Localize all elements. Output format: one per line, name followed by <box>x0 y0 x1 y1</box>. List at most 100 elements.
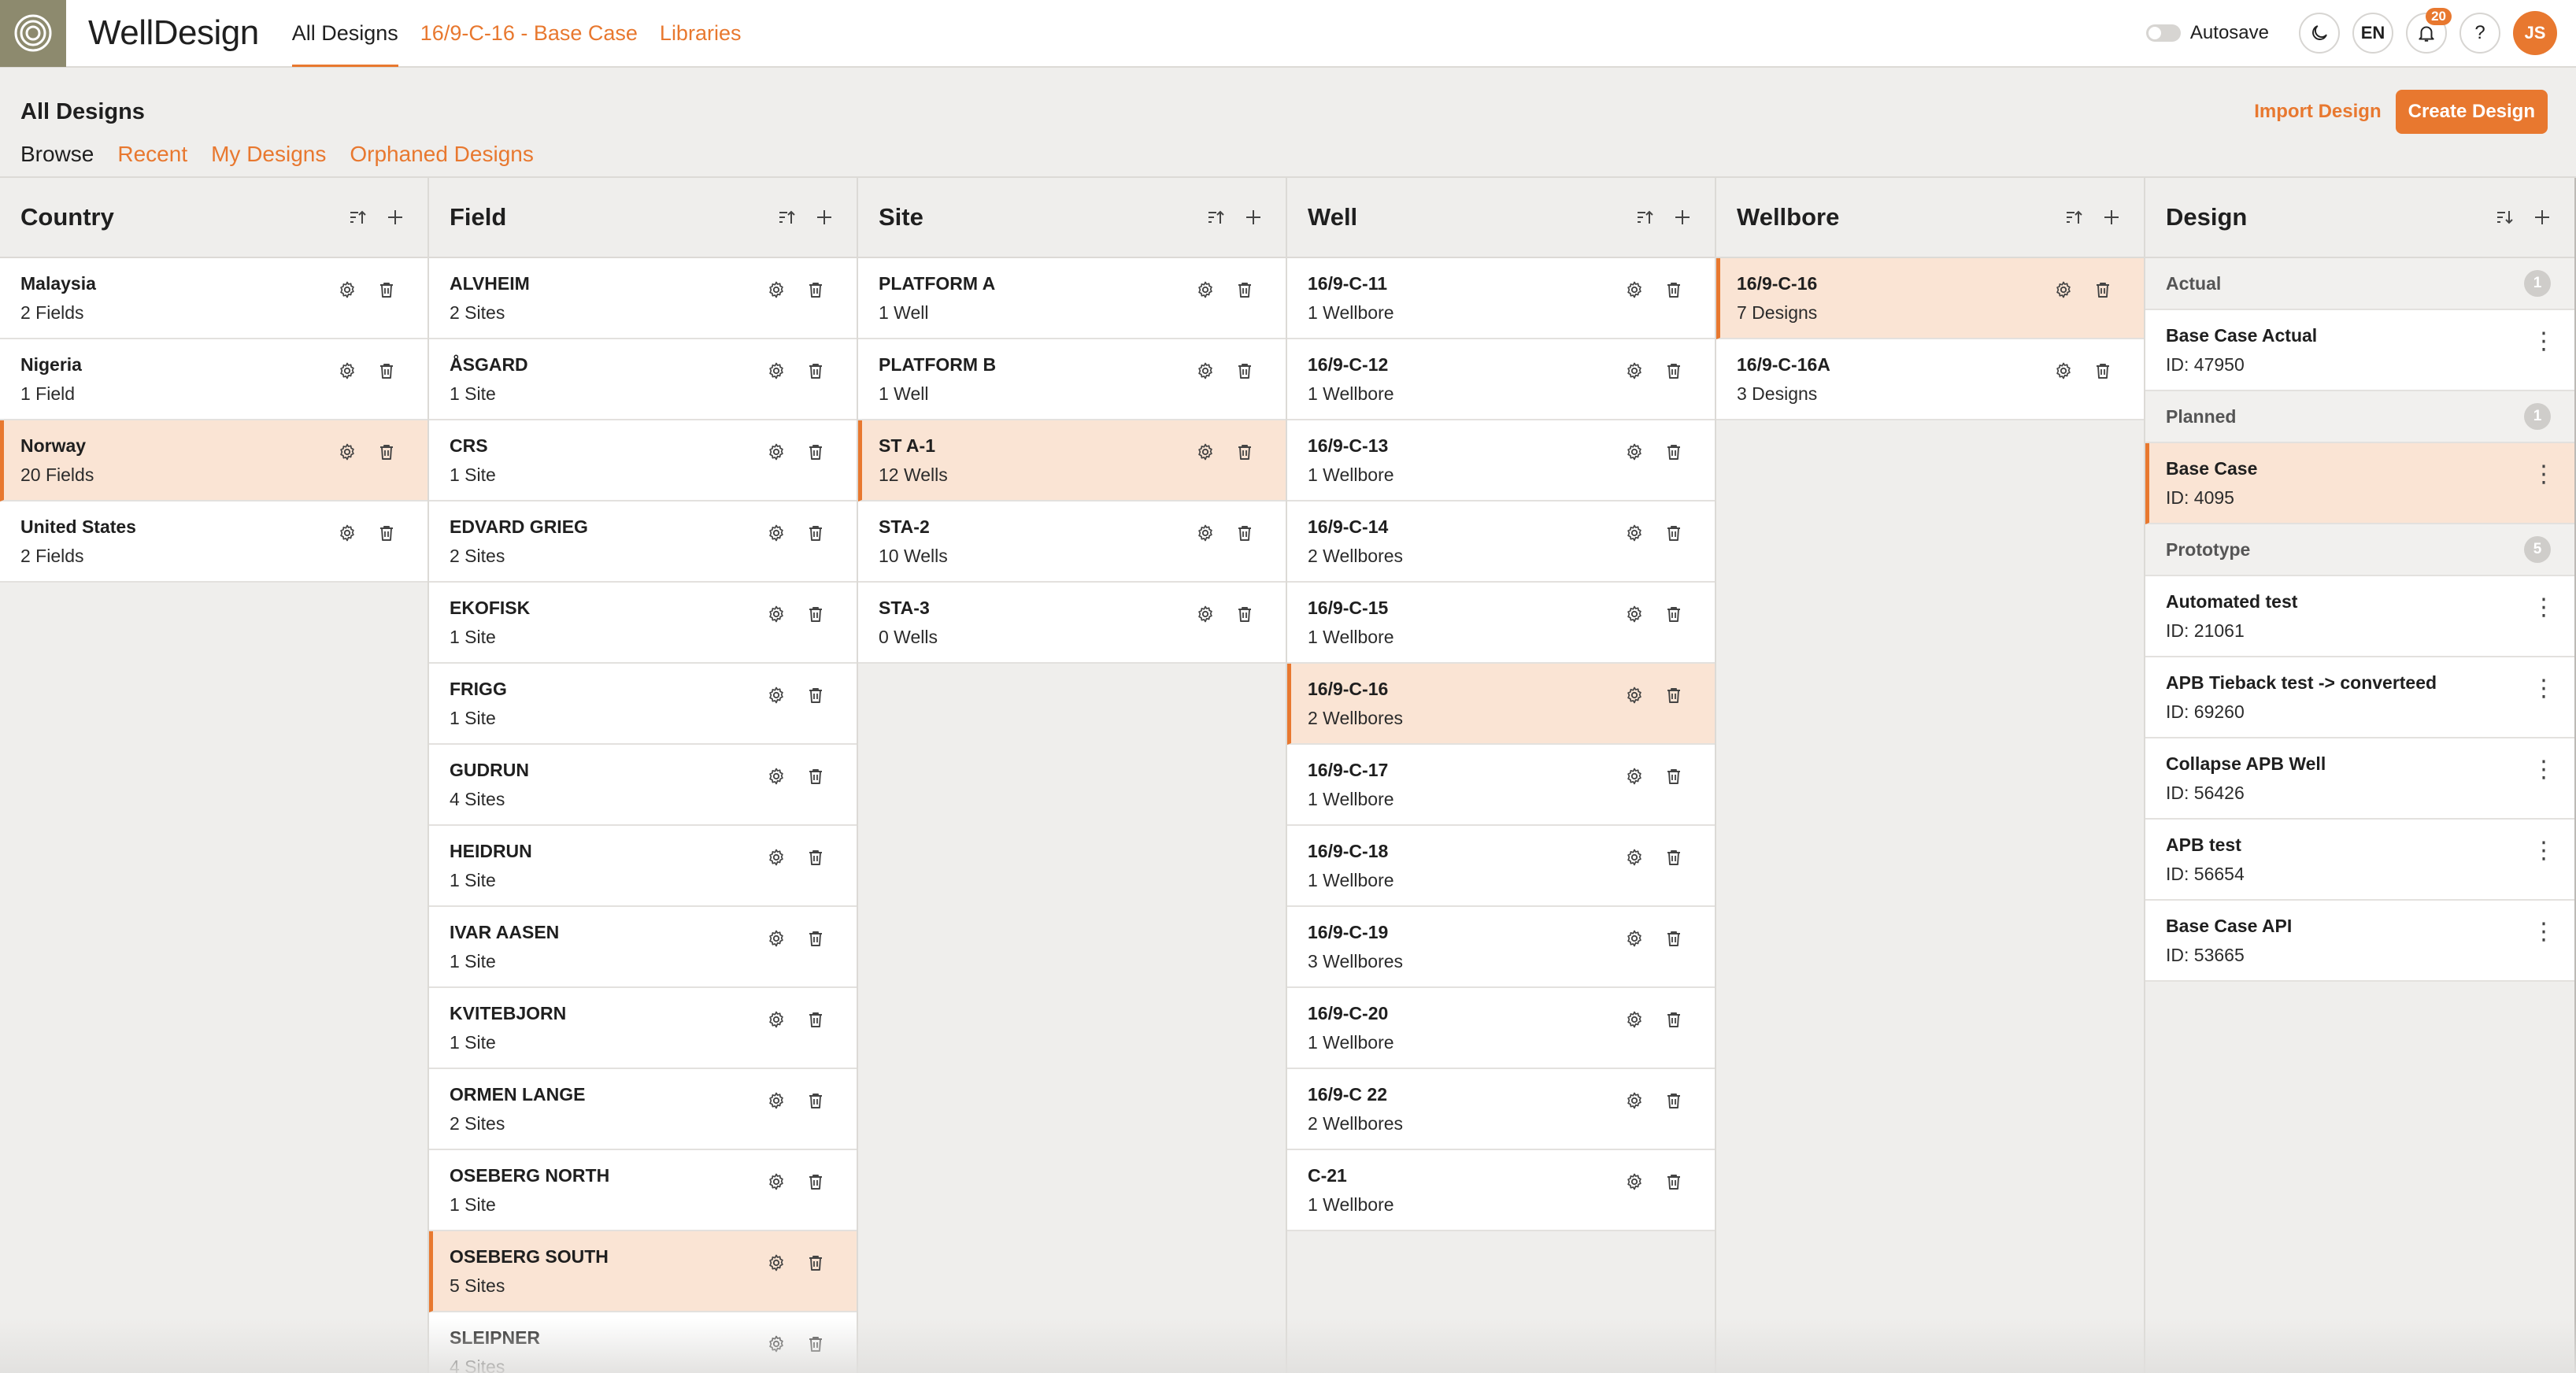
trash-icon[interactable] <box>2092 279 2114 301</box>
design-item[interactable]: Base Case Actual ID: 47950 ⋮ <box>2145 310 2574 391</box>
language-button[interactable]: EN <box>2352 13 2393 54</box>
tab-orphaned-designs[interactable]: Orphaned Designs <box>350 142 533 167</box>
sort-icon[interactable] <box>346 205 369 229</box>
trash-icon[interactable] <box>805 279 827 301</box>
trash-icon[interactable] <box>376 522 398 544</box>
trash-icon[interactable] <box>805 765 827 787</box>
gear-icon[interactable] <box>765 927 787 949</box>
list-item[interactable]: Malaysia 2 Fields <box>0 258 427 339</box>
app-logo[interactable] <box>0 0 66 67</box>
sort-descending-icon[interactable] <box>2493 205 2516 229</box>
autosave-toggle[interactable] <box>2145 24 2181 42</box>
list-item[interactable]: ÅSGARD 1 Site <box>429 339 857 420</box>
trash-icon[interactable] <box>1234 441 1256 463</box>
trash-icon[interactable] <box>805 1008 827 1031</box>
trash-icon[interactable] <box>1663 1171 1685 1193</box>
list-item[interactable]: 16/9-C-17 1 Wellbore <box>1287 745 1715 826</box>
list-item[interactable]: CRS 1 Site <box>429 420 857 501</box>
design-group-header[interactable]: Planned 1 <box>2145 391 2574 443</box>
sort-icon[interactable] <box>775 205 798 229</box>
list-item[interactable]: 16/9-C-16A 3 Designs <box>1716 339 2144 420</box>
list-item[interactable]: SLEIPNER 4 Sites <box>429 1312 857 1373</box>
trash-icon[interactable] <box>1663 846 1685 868</box>
gear-icon[interactable] <box>1194 603 1216 625</box>
gear-icon[interactable] <box>765 441 787 463</box>
gear-icon[interactable] <box>336 441 358 463</box>
more-options-icon[interactable]: ⋮ <box>2532 461 2556 488</box>
tab-my-designs[interactable]: My Designs <box>211 142 326 167</box>
list-item[interactable]: HEIDRUN 1 Site <box>429 826 857 907</box>
gear-icon[interactable] <box>1623 684 1645 706</box>
add-icon[interactable] <box>383 205 407 229</box>
trash-icon[interactable] <box>805 1252 827 1274</box>
sort-icon[interactable] <box>1633 205 1656 229</box>
add-icon[interactable] <box>1671 205 1694 229</box>
gear-icon[interactable] <box>765 1171 787 1193</box>
gear-icon[interactable] <box>1623 1008 1645 1031</box>
gear-icon[interactable] <box>2052 279 2074 301</box>
trash-icon[interactable] <box>805 603 827 625</box>
list-item[interactable]: PLATFORM B1 Well <box>858 339 1286 420</box>
list-item[interactable]: Norway 20 Fields <box>0 420 427 501</box>
list-item[interactable]: 16/9-C-11 1 Wellbore <box>1287 258 1715 339</box>
gear-icon[interactable] <box>1623 279 1645 301</box>
gear-icon[interactable] <box>765 1090 787 1112</box>
sort-icon[interactable] <box>1204 205 1227 229</box>
gear-icon[interactable] <box>336 522 358 544</box>
trash-icon[interactable] <box>805 522 827 544</box>
nav-all-designs[interactable]: All Designs <box>291 0 398 67</box>
design-item[interactable]: Base Case API ID: 53665 ⋮ <box>2145 901 2574 982</box>
list-item[interactable]: EKOFISK 1 Site <box>429 583 857 664</box>
design-item[interactable]: Automated test ID: 21061 ⋮ <box>2145 576 2574 657</box>
trash-icon[interactable] <box>805 1090 827 1112</box>
gear-icon[interactable] <box>765 1008 787 1031</box>
tab-recent[interactable]: Recent <box>117 142 187 167</box>
trash-icon[interactable] <box>376 279 398 301</box>
gear-icon[interactable] <box>765 279 787 301</box>
more-options-icon[interactable]: ⋮ <box>2532 675 2556 702</box>
gear-icon[interactable] <box>1623 1171 1645 1193</box>
gear-icon[interactable] <box>1623 522 1645 544</box>
trash-icon[interactable] <box>1663 1008 1685 1031</box>
help-button[interactable]: ? <box>2459 13 2500 54</box>
list-item[interactable]: 16/9-C-16 2 Wellbores <box>1287 664 1715 745</box>
add-icon[interactable] <box>812 205 836 229</box>
nav-libraries[interactable]: Libraries <box>660 0 742 67</box>
gear-icon[interactable] <box>765 846 787 868</box>
trash-icon[interactable] <box>1663 441 1685 463</box>
add-icon[interactable] <box>1242 205 1265 229</box>
theme-toggle-button[interactable] <box>2299 13 2340 54</box>
trash-icon[interactable] <box>1663 927 1685 949</box>
add-icon[interactable] <box>2100 205 2123 229</box>
gear-icon[interactable] <box>1623 927 1645 949</box>
more-options-icon[interactable]: ⋮ <box>2532 328 2556 355</box>
gear-icon[interactable] <box>765 360 787 382</box>
trash-icon[interactable] <box>805 927 827 949</box>
gear-icon[interactable] <box>2052 360 2074 382</box>
list-item[interactable]: 16/9-C-18 1 Wellbore <box>1287 826 1715 907</box>
trash-icon[interactable] <box>1234 603 1256 625</box>
user-avatar[interactable]: JS <box>2513 11 2557 55</box>
design-item[interactable]: APB Tieback test -> converteed ID: 69260 ⋮ <box>2145 657 2574 738</box>
add-icon[interactable] <box>2530 205 2554 229</box>
list-item[interactable]: Nigeria 1 Field <box>0 339 427 420</box>
gear-icon[interactable] <box>1194 279 1216 301</box>
trash-icon[interactable] <box>805 1171 827 1193</box>
gear-icon[interactable] <box>765 1252 787 1274</box>
nav-current-design[interactable]: 16/9-C-16 - Base Case <box>420 0 638 67</box>
list-item[interactable]: 16/9-C-12 1 Wellbore <box>1287 339 1715 420</box>
list-item[interactable]: EDVARD GRIEG 2 Sites <box>429 501 857 583</box>
gear-icon[interactable] <box>765 765 787 787</box>
list-item[interactable]: 16/9-C 22 2 Wellbores <box>1287 1069 1715 1150</box>
trash-icon[interactable] <box>1663 360 1685 382</box>
gear-icon[interactable] <box>1194 360 1216 382</box>
trash-icon[interactable] <box>1234 360 1256 382</box>
gear-icon[interactable] <box>765 603 787 625</box>
gear-icon[interactable] <box>1623 765 1645 787</box>
trash-icon[interactable] <box>1663 279 1685 301</box>
list-item[interactable]: 16/9-C-14 2 Wellbores <box>1287 501 1715 583</box>
list-item[interactable]: ALVHEIM 2 Sites <box>429 258 857 339</box>
list-item[interactable]: OSEBERG SOUTH 5 Sites <box>429 1231 857 1312</box>
more-options-icon[interactable]: ⋮ <box>2532 594 2556 621</box>
list-item[interactable]: ORMEN LANGE 2 Sites <box>429 1069 857 1150</box>
